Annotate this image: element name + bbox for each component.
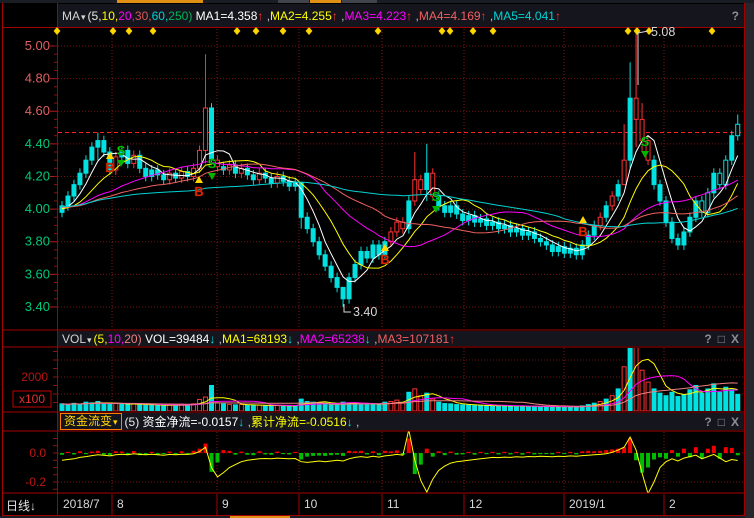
header-text-segment: MA1=4.358 bbox=[196, 9, 258, 23]
svg-text:3.60: 3.60 bbox=[25, 266, 50, 281]
header-text-segment: 10, bbox=[102, 9, 119, 23]
close-icon[interactable]: X bbox=[731, 332, 739, 346]
svg-text:4.60: 4.60 bbox=[25, 103, 50, 118]
toolbar-edge-segment bbox=[342, 0, 377, 3]
buy-marker: B bbox=[194, 184, 203, 199]
main-indicator-header: MA▾ (5,10,20,30,60,250) MA1=4.358 ↑ , MA2=… bbox=[58, 4, 744, 27]
maximize-icon[interactable]: □ bbox=[718, 415, 725, 429]
time-axis-label: 8 bbox=[117, 497, 124, 511]
chevron-down-icon: ▾ bbox=[81, 12, 86, 22]
header-text-segment: , bbox=[353, 415, 360, 429]
moneyflow-indicator-header: 资金流变▾ (5) 资金净流=-0.0157↓ ,累计净流=-0.0516↓ ,… bbox=[58, 413, 744, 430]
svg-text:4.00: 4.00 bbox=[25, 201, 50, 216]
header-text-segment: MA4=4.169 bbox=[419, 9, 481, 23]
header-text-segment: 20) bbox=[124, 332, 145, 346]
svg-text:x100: x100 bbox=[19, 392, 45, 406]
header-text-segment: 10, bbox=[108, 332, 125, 346]
header-text-segment: MA3=4.223 bbox=[344, 9, 406, 23]
vol-values-text: (5,10,20) VOL=39484↓ ,MA1=68193↓ ,MA2=65… bbox=[94, 332, 456, 346]
time-axis-label: 10 bbox=[304, 497, 317, 511]
toolbar-edge-segment bbox=[117, 0, 203, 3]
header-text-segment: MA2=4.255 bbox=[270, 9, 332, 23]
stock-chart-window: 5.00 4.80 4.60 4.40 4.20 4.00 3.80 3.60 3.40 2000… bbox=[0, 0, 754, 518]
toolbar-edge-segment bbox=[310, 0, 341, 3]
volume-indicator-header: VOL▾ (5,10,20) VOL=39484↓ ,MA1=68193↓ ,M… bbox=[58, 331, 744, 346]
svg-text:4.80: 4.80 bbox=[25, 71, 50, 86]
time-axis-label: 2 bbox=[669, 497, 676, 511]
header-text-segment: 250) bbox=[168, 9, 195, 23]
header-text-segment: 累计净流=-0.0516 bbox=[251, 415, 347, 429]
price-annotation: 3.40 bbox=[353, 305, 377, 319]
svg-text:4.40: 4.40 bbox=[25, 136, 50, 151]
moneyflow-values-text: (5) 资金净流=-0.0157↓ ,累计净流=-0.0516↓ , bbox=[125, 413, 360, 430]
header-text-segment: 60, bbox=[152, 9, 169, 23]
buy-marker: B bbox=[380, 252, 389, 267]
svg-text:5.00: 5.00 bbox=[25, 38, 50, 53]
header-text-segment: , bbox=[412, 9, 419, 23]
chart-canvas[interactable]: 5.00 4.80 4.60 4.40 4.20 4.00 3.80 3.60 3.40 2000… bbox=[0, 0, 754, 518]
svg-text:3.40: 3.40 bbox=[25, 299, 50, 314]
header-text-segment: 20, bbox=[118, 9, 135, 23]
sell-marker: S bbox=[208, 156, 217, 171]
time-axis-label: 12 bbox=[469, 497, 482, 511]
sell-marker: S bbox=[432, 189, 441, 204]
help-icon[interactable]: ? bbox=[732, 9, 739, 23]
chevron-down-icon: ▾ bbox=[113, 417, 118, 427]
header-text-segment: (5) bbox=[125, 415, 143, 429]
header-text-segment: (5, bbox=[88, 9, 102, 23]
sell-marker: S bbox=[117, 143, 126, 158]
header-text-segment: (5, bbox=[94, 332, 108, 346]
chevron-down-icon: ▾ bbox=[87, 335, 92, 345]
period-selector[interactable]: 日线↓ bbox=[6, 497, 36, 514]
header-text-segment: 30, bbox=[135, 9, 152, 23]
vol-indicator-dropdown[interactable]: VOL▾ bbox=[62, 332, 92, 346]
svg-text:3.80: 3.80 bbox=[25, 234, 50, 249]
moneyflow-selector-button[interactable]: 资金流变▾ bbox=[60, 413, 122, 430]
toolbar-edge-segment bbox=[278, 0, 309, 3]
time-axis-label: 11 bbox=[387, 497, 399, 511]
help-icon[interactable]: ? bbox=[704, 415, 711, 429]
header-text-segment: MA1=68193 bbox=[222, 332, 287, 346]
sell-marker: S bbox=[641, 134, 650, 149]
header-text-segment: ↑ bbox=[449, 332, 455, 346]
header-text-segment: ↑ bbox=[555, 9, 561, 23]
help-icon[interactable]: ? bbox=[704, 332, 711, 346]
arrow-down-icon: ↓ bbox=[30, 499, 36, 513]
header-text-segment: , bbox=[244, 415, 251, 429]
header-text-segment: MA2=65238 bbox=[300, 332, 365, 346]
time-axis: 日线↓ 2018/7 8 9 10 11 12 2019/1 2 bbox=[0, 494, 754, 516]
toolbar-edge-strip bbox=[0, 0, 754, 3]
close-icon[interactable]: X bbox=[731, 415, 739, 429]
header-text-segment: VOL=39484 bbox=[145, 332, 209, 346]
header-text-segment: , bbox=[293, 332, 300, 346]
ma-values-text: (5,10,20,30,60,250) MA1=4.358 ↑ , MA2=4.25… bbox=[88, 9, 561, 23]
time-axis-label: 2018/7 bbox=[63, 497, 100, 511]
price-annotation: 5.08 bbox=[651, 25, 675, 39]
ma-indicator-dropdown[interactable]: MA▾ bbox=[62, 9, 86, 23]
svg-text:-0.2: -0.2 bbox=[25, 475, 46, 489]
header-text-segment: MA3=107181 bbox=[377, 332, 449, 346]
time-axis-label: 2019/1 bbox=[569, 497, 606, 511]
svg-text:2000: 2000 bbox=[21, 370, 48, 384]
maximize-icon[interactable]: □ bbox=[718, 332, 725, 346]
header-text-segment: , bbox=[215, 332, 222, 346]
header-text-segment: 资金净流=-0.0157 bbox=[143, 415, 239, 429]
buy-marker: B bbox=[578, 224, 587, 239]
svg-text:0.0: 0.0 bbox=[29, 446, 46, 460]
header-text-segment: MA5=4.041 bbox=[493, 9, 555, 23]
time-axis-label: 9 bbox=[222, 497, 229, 511]
buy-marker: B bbox=[105, 160, 114, 175]
svg-text:4.20: 4.20 bbox=[25, 168, 50, 183]
